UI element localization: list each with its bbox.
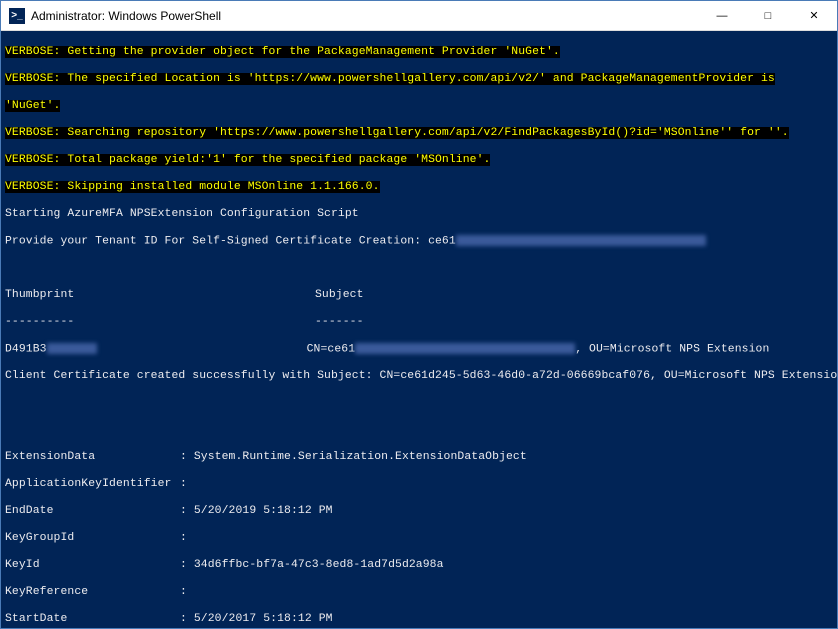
col-thumbprint: Thumbprint (5, 289, 315, 302)
prop-value: 34d6ffbc-bf7a-47c3-8ed8-1ad7d5d2a98a (194, 559, 444, 571)
prop-row: KeyId: 34d6ffbc-bf7a-47c3-8ed8-1ad7d5d2a… (5, 559, 833, 572)
window-controls: ― □ ✕ (699, 1, 837, 31)
col-div: ---------- (5, 316, 315, 329)
close-button[interactable]: ✕ (791, 1, 837, 31)
obfuscated-text (47, 343, 97, 354)
verbose-line: VERBOSE: Total package yield:'1' for the… (5, 154, 490, 166)
table-header: ThumbprintSubject (5, 289, 833, 302)
prop-row: KeyGroupId: (5, 532, 833, 545)
prop-value: 5/20/2019 5:18:12 PM (194, 505, 333, 517)
verbose-line: VERBOSE: Getting the provider object for… (5, 46, 560, 58)
titlebar: >_ Administrator: Windows PowerShell ― □… (1, 1, 837, 31)
prop-value: 5/20/2017 5:18:12 PM (194, 613, 333, 625)
prop-row: ExtensionData: System.Runtime.Serializat… (5, 451, 833, 464)
prop-row: EndDate: 5/20/2019 5:18:12 PM (5, 505, 833, 518)
obfuscated-text (456, 235, 706, 246)
output-line: Client Certificate created successfully … (5, 370, 833, 383)
prop-row: StartDate: 5/20/2017 5:18:12 PM (5, 613, 833, 626)
verbose-line: VERBOSE: Searching repository 'https://w… (5, 127, 789, 139)
col-subject: Subject (315, 289, 364, 301)
subject-suffix: , OU=Microsoft NPS Extension (575, 343, 769, 355)
thumbprint-value: D491B3 (5, 343, 47, 355)
minimize-button[interactable]: ― (699, 1, 745, 31)
output-line: Starting AzureMFA NPSExtension Configura… (5, 208, 833, 221)
verbose-line: VERBOSE: Skipping installed module MSOnl… (5, 181, 380, 193)
prop-row: ApplicationKeyIdentifier: (5, 478, 833, 491)
output-line: Provide your Tenant ID For Self-Signed C… (5, 235, 833, 249)
tenant-prompt: Provide your Tenant ID For Self-Signed C… (5, 235, 456, 247)
verbose-line: VERBOSE: The specified Location is 'http… (5, 73, 775, 85)
col-div: ------- (315, 316, 364, 328)
subject-prefix: CN=ce61 (307, 343, 356, 355)
obfuscated-text (355, 343, 575, 354)
table-divider: ----------------- (5, 316, 833, 329)
prop-row: KeyReference: (5, 586, 833, 599)
verbose-line: 'NuGet'. (5, 100, 60, 112)
powershell-icon: >_ (9, 8, 25, 24)
window-title: Administrator: Windows PowerShell (31, 9, 699, 23)
terminal-output[interactable]: VERBOSE: Getting the provider object for… (1, 31, 837, 628)
maximize-button[interactable]: □ (745, 1, 791, 31)
table-row: D491B3 CN=ce61 , OU=Microsoft NPS Extensio… (5, 343, 833, 357)
prop-value: System.Runtime.Serialization.ExtensionDa… (194, 451, 527, 463)
